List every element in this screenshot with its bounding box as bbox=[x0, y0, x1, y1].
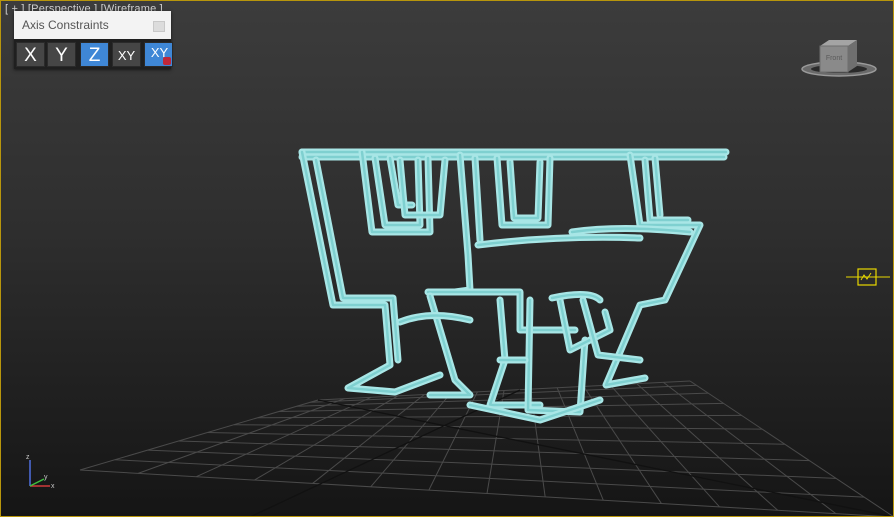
wireframe-edge bbox=[604, 153, 702, 387]
axis-xy-lock-button[interactable]: XY bbox=[144, 42, 173, 67]
world-axis-tripod: z x y bbox=[26, 454, 55, 490]
axis-x-label: x bbox=[51, 483, 55, 490]
grid-axis-line bbox=[317, 399, 894, 517]
axis-z-button[interactable]: Z bbox=[80, 42, 109, 67]
axis-y-label: y bbox=[44, 474, 48, 481]
axis-z-label: z bbox=[26, 454, 30, 461]
axis-button-row: X Y Z XY XY bbox=[16, 42, 173, 68]
perspective-viewport[interactable]: [ + ] [Perspective ] [Wireframe ] Axis C… bbox=[0, 0, 894, 517]
axis-constraints-toolbar: Axis Constraints X Y Z XY XY bbox=[14, 11, 173, 69]
toolbar-title-bar[interactable]: Axis Constraints bbox=[14, 11, 171, 39]
wireframe-edge bbox=[641, 156, 692, 224]
grid-line bbox=[147, 449, 836, 479]
lock-icon bbox=[163, 57, 171, 65]
ground-grid bbox=[79, 380, 894, 517]
view-cube-face-label: Front bbox=[826, 55, 842, 62]
axis-x-button[interactable]: X bbox=[16, 42, 45, 67]
axis-y-button[interactable]: Y bbox=[47, 42, 76, 67]
toolbar-title: Axis Constraints bbox=[22, 18, 109, 32]
grid-line bbox=[79, 469, 894, 517]
wireframe-edge bbox=[524, 296, 589, 416]
scene-canvas[interactable] bbox=[0, 0, 894, 517]
view-cube-icon[interactable]: Front bbox=[800, 36, 878, 80]
wireframe-object[interactable] bbox=[298, 148, 730, 424]
wireframe-edge bbox=[526, 298, 587, 414]
transform-gizmo-icon[interactable] bbox=[846, 266, 890, 288]
axis-xy-button[interactable]: XY bbox=[112, 42, 141, 67]
close-icon[interactable] bbox=[153, 21, 165, 32]
grid-line bbox=[178, 440, 810, 462]
